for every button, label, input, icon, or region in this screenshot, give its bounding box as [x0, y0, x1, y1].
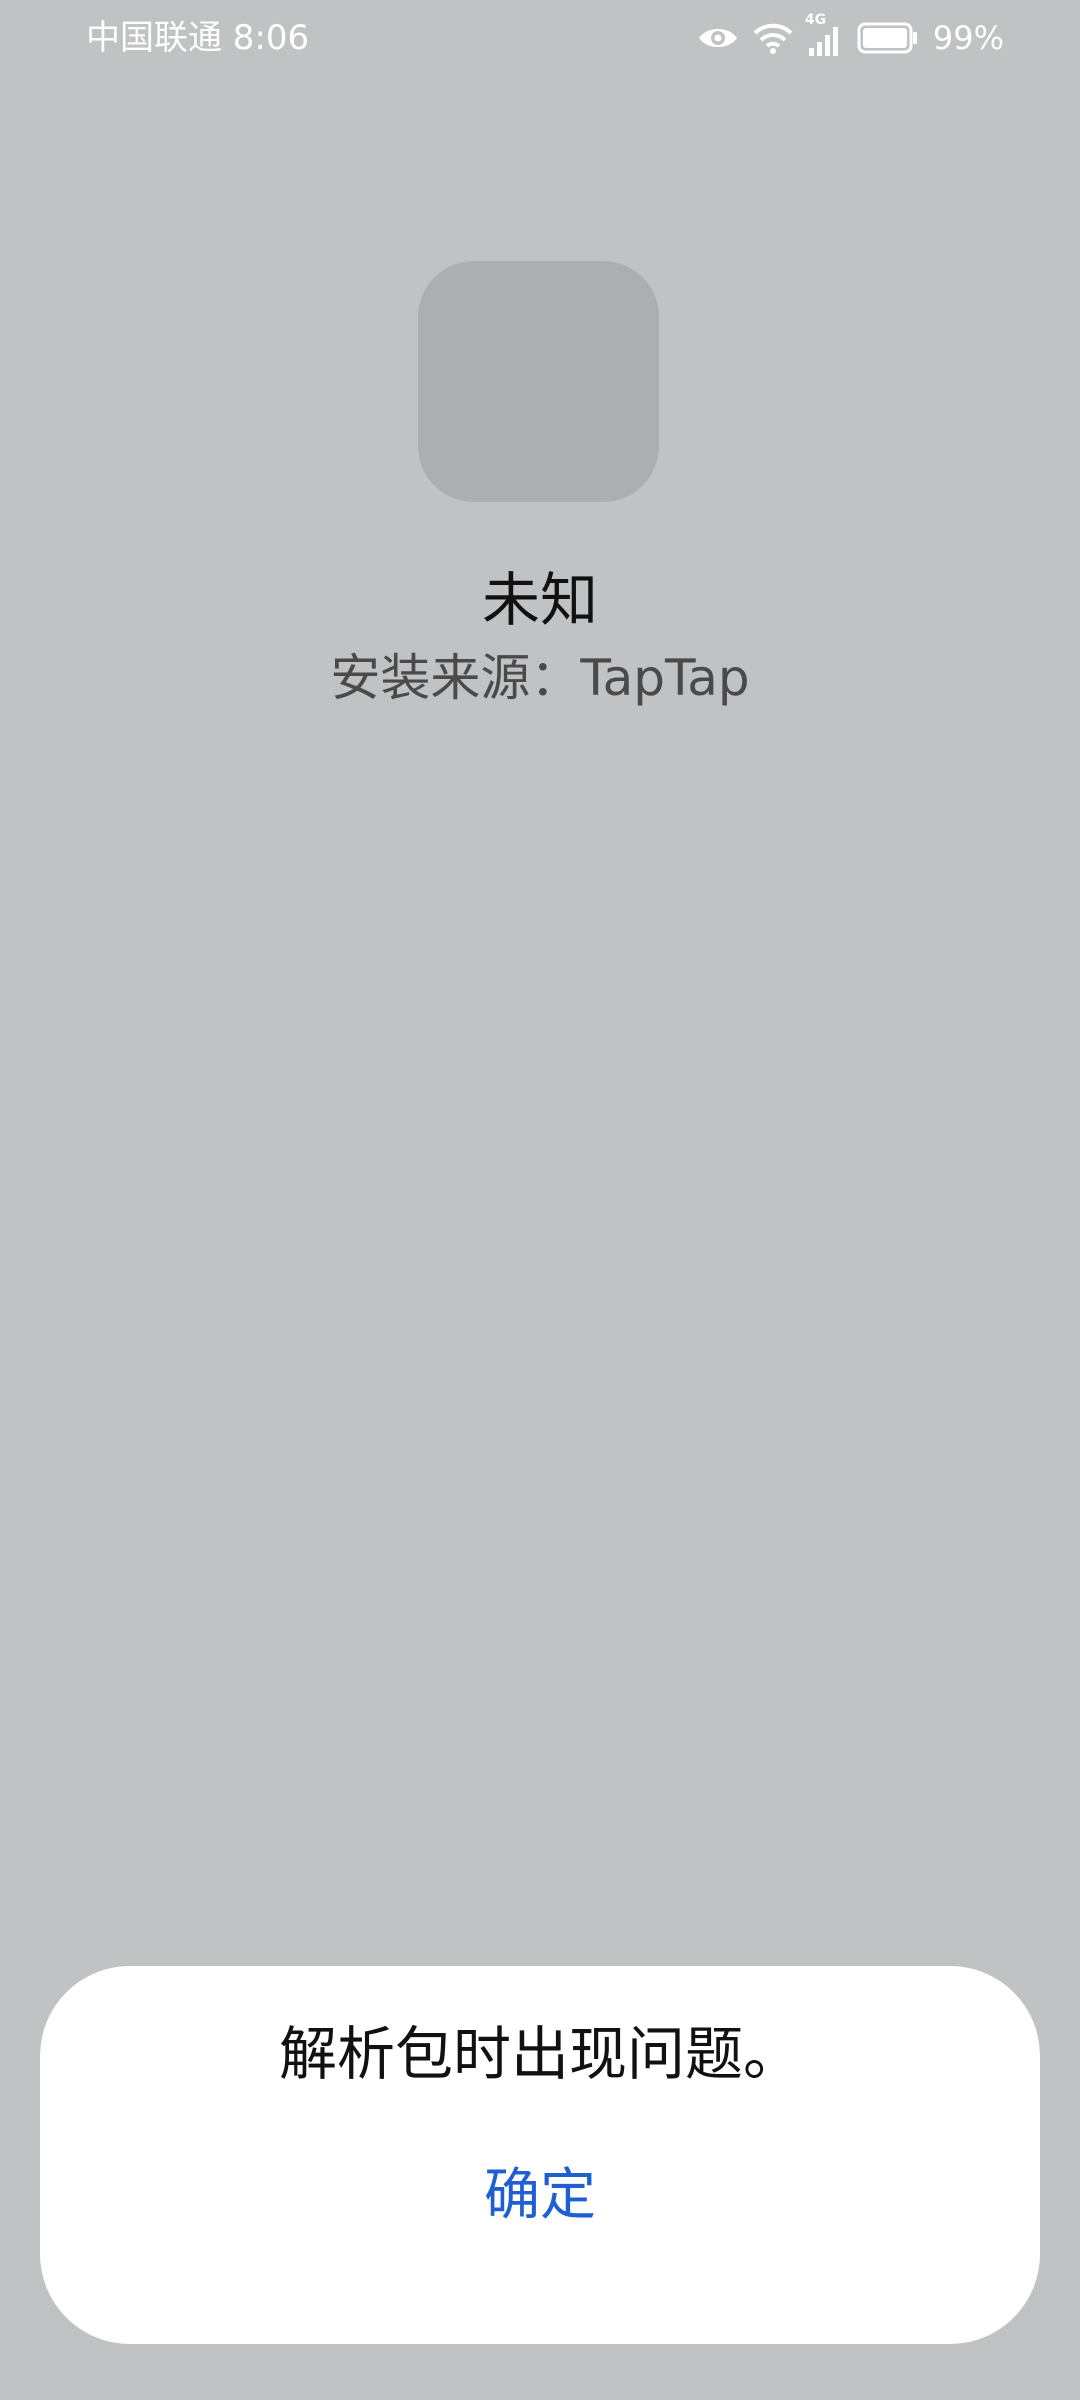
cellular-signal-icon: 4G	[805, 12, 843, 58]
wifi-icon	[753, 22, 793, 54]
confirm-button[interactable]: 确定	[440, 2146, 640, 2246]
status-bar: 中国联通 8:06 4G 99%	[0, 0, 1080, 76]
app-name: 未知	[481, 566, 598, 634]
battery-percentage: 99%	[932, 19, 1004, 57]
error-dialog: 解析包时出现问题。 确定	[40, 1966, 1040, 2344]
app-icon-placeholder	[418, 261, 659, 502]
dialog-message: 解析包时出现问题。	[278, 2020, 801, 2088]
install-source: 安装来源：TapTap	[330, 649, 750, 707]
status-icons: 4G 99%	[697, 12, 1004, 62]
eye-icon	[697, 23, 739, 53]
battery-icon	[857, 22, 919, 54]
carrier-time: 中国联通 8:06	[86, 18, 310, 58]
network-type-label: 4G	[804, 12, 827, 28]
